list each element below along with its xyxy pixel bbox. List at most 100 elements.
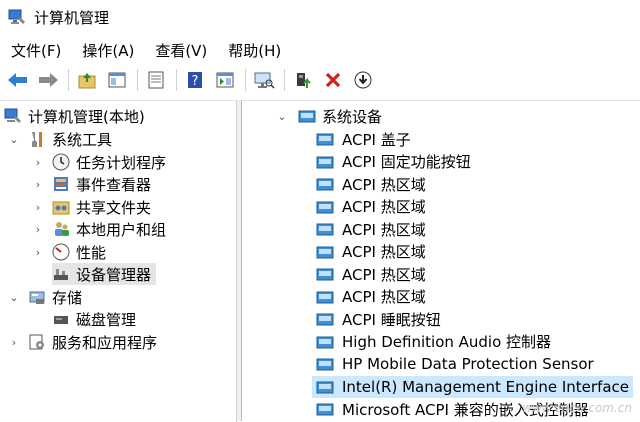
menu-view[interactable]: 查看(V)	[155, 40, 207, 61]
system-device-icon	[316, 333, 334, 351]
update-driver-icon	[297, 73, 311, 88]
computer-management-icon	[8, 8, 26, 26]
device-manager-icon	[52, 265, 70, 283]
action-pane-button[interactable]	[213, 68, 237, 92]
device-item[interactable]: HP Mobile Data Protection Sensor	[316, 353, 594, 375]
device-label: Intel(R) Management Engine Interface	[342, 377, 630, 396]
help-button[interactable]: ?	[183, 68, 207, 92]
toolbar-separator	[284, 69, 285, 91]
device-item[interactable]: ACPI 热区域	[316, 286, 426, 308]
tree-item-device-manager[interactable]: 设备管理器	[52, 263, 156, 285]
system-device-icon	[316, 355, 334, 373]
svg-text:?: ?	[192, 74, 199, 89]
system-device-icon	[316, 288, 334, 306]
system-device-icon	[316, 265, 334, 283]
folder-up-icon	[78, 73, 96, 89]
tree-item-shared-folders[interactable]: › 共享文件夹	[32, 196, 151, 218]
tree-label: 服务和应用程序	[52, 333, 158, 352]
action-pane-icon	[216, 72, 234, 88]
device-item[interactable]: Intel(R) Management Engine Interface	[312, 375, 634, 398]
device-item[interactable]: High Definition Audio 控制器	[316, 331, 551, 353]
device-item[interactable]: ACPI 热区域	[316, 218, 426, 240]
device-label: ACPI 固定功能按钮	[342, 153, 471, 171]
device-item[interactable]: ACPI 盖子	[316, 128, 411, 150]
device-label: ACPI 热区域	[342, 288, 426, 306]
device-item[interactable]: ACPI 热区域	[316, 196, 426, 218]
toolbar-separator	[176, 69, 177, 91]
users-icon	[52, 220, 70, 238]
device-label: ACPI 热区域	[342, 265, 426, 284]
chevron-right-icon[interactable]: ›	[32, 178, 44, 191]
device-label: ACPI 热区域	[342, 220, 426, 239]
tree-label: 磁盘管理	[76, 310, 137, 329]
tree-label: 本地用户和组	[76, 220, 167, 239]
system-device-icon	[316, 198, 334, 216]
tree-label: 共享文件夹	[76, 198, 152, 217]
scan-hardware-button[interactable]	[252, 68, 276, 92]
tree-item-event-viewer[interactable]: › 事件查看器	[32, 173, 151, 195]
chevron-right-icon[interactable]: ›	[32, 156, 44, 169]
disable-device-button[interactable]	[351, 68, 375, 92]
menu-bar: 文件(F) 操作(A) 查看(V) 帮助(H)	[0, 38, 291, 62]
show-hide-tree-button[interactable]	[105, 68, 129, 92]
forward-button[interactable]	[36, 68, 60, 92]
properties-button[interactable]	[144, 68, 168, 92]
tree-item-system-tools[interactable]: ⌄ 系统工具	[8, 128, 112, 150]
uninstall-button[interactable]	[321, 68, 345, 92]
help-icon: ?	[188, 72, 202, 89]
device-category-system[interactable]: ⌄ 系统设备	[276, 105, 382, 127]
system-device-icon	[316, 310, 334, 328]
device-item[interactable]: ACPI 热区域	[316, 173, 426, 195]
shared-folder-icon	[52, 198, 70, 216]
device-item[interactable]: ACPI 睡眠按钮	[316, 308, 441, 330]
services-icon	[28, 333, 46, 351]
tree-item-storage[interactable]: ⌄ 存储	[8, 286, 82, 308]
tree-item-local-users[interactable]: › 本地用户和组	[32, 218, 166, 240]
tree-item-task-scheduler[interactable]: › 任务计划程序	[32, 151, 166, 173]
chevron-down-icon[interactable]: ⌄	[8, 133, 20, 146]
system-device-icon	[316, 175, 334, 193]
tree-item-performance[interactable]: › 性能	[32, 241, 106, 263]
chevron-down-icon[interactable]: ⌄	[8, 291, 20, 304]
chevron-down-icon[interactable]: ⌄	[276, 110, 288, 123]
device-item[interactable]: ACPI 固定功能按钮	[316, 151, 471, 173]
system-device-icon	[316, 400, 334, 418]
back-button[interactable]	[6, 68, 30, 92]
forward-arrow-icon	[39, 73, 58, 87]
tree-item-disk-management[interactable]: 磁盘管理	[52, 308, 136, 330]
tree-label: 设备管理器	[76, 265, 152, 284]
menu-file[interactable]: 文件(F)	[11, 40, 61, 61]
update-driver-button[interactable]	[291, 68, 315, 92]
delete-x-icon	[325, 72, 341, 88]
tree-label: 事件查看器	[76, 175, 152, 194]
tree-item-root[interactable]: 计算机管理(本地)	[4, 105, 145, 127]
chevron-right-icon[interactable]: ›	[32, 246, 44, 259]
chevron-right-icon[interactable]: ›	[8, 336, 20, 349]
device-label: ACPI 热区域	[342, 243, 426, 261]
monitor-scan-icon	[254, 72, 275, 89]
device-item[interactable]: ACPI 热区域	[316, 241, 426, 263]
menu-action[interactable]: 操作(A)	[82, 40, 134, 61]
tree-item-services-apps[interactable]: › 服务和应用程序	[8, 331, 157, 353]
chevron-right-icon[interactable]: ›	[32, 223, 44, 236]
device-item[interactable]: ACPI 热区域	[316, 263, 426, 285]
system-device-icon	[316, 378, 334, 396]
chevron-right-icon[interactable]: ›	[32, 201, 44, 214]
system-device-icon	[316, 220, 334, 238]
computer-management-icon	[4, 107, 22, 125]
clock-icon	[52, 153, 70, 171]
device-label: ACPI 热区域	[342, 175, 426, 194]
menu-help[interactable]: 帮助(H)	[228, 40, 281, 61]
tree-label: 存储	[52, 288, 83, 307]
toolbar-separator	[68, 69, 69, 91]
down-arrow-circle-icon	[354, 71, 372, 89]
category-label: 系统设备	[322, 107, 383, 126]
back-arrow-icon	[8, 73, 27, 87]
watermark: www.cpcw.com.cn	[522, 401, 632, 415]
tree-label: 任务计划程序	[76, 153, 167, 172]
device-label: ACPI 盖子	[342, 130, 411, 149]
window-title: 计算机管理	[34, 8, 110, 27]
storage-icon	[28, 288, 46, 306]
up-folder-button[interactable]	[75, 68, 99, 92]
device-label: High Definition Audio 控制器	[342, 333, 552, 351]
